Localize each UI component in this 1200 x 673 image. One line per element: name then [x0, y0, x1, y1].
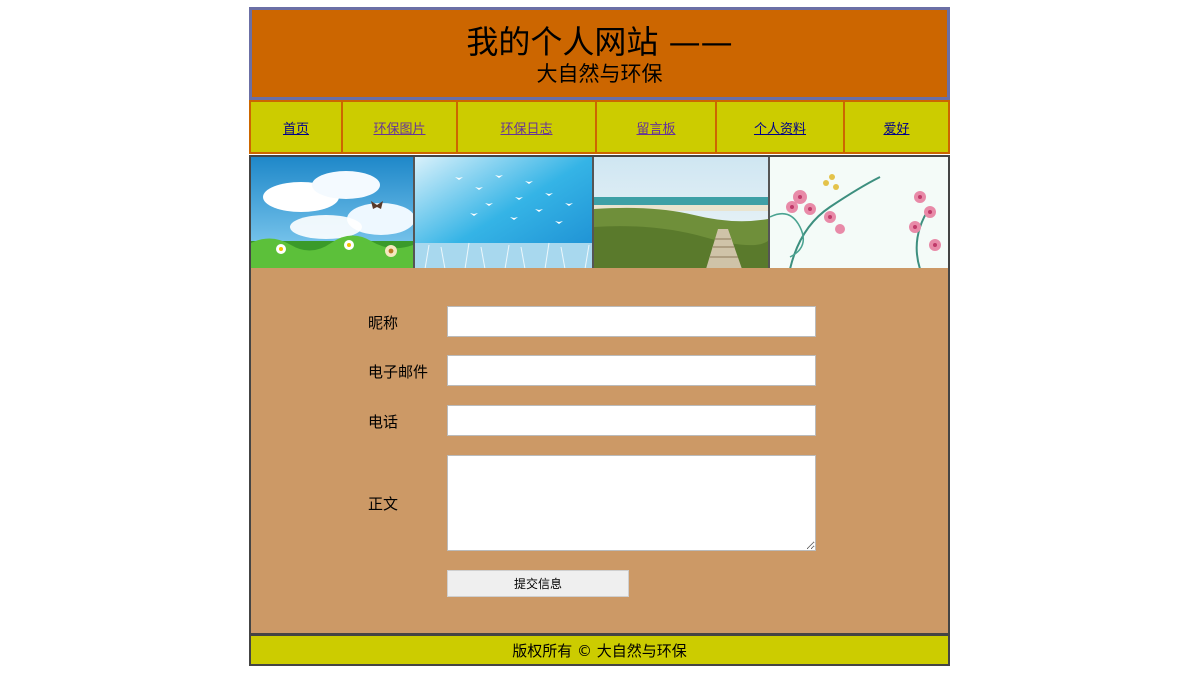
nav-link-eco-pictures[interactable]: 环保图片 — [343, 102, 458, 152]
birds-sky-picture — [415, 157, 592, 269]
site-subtitle: 大自然与环保 — [536, 62, 663, 86]
site-header: 我的个人网站 —— 大自然与环保 — [249, 7, 950, 100]
nav-link-home[interactable]: 首页 — [251, 102, 343, 152]
nav-link-hobbies[interactable]: 爱好 — [845, 102, 948, 152]
message-label: 正文 — [368, 495, 399, 513]
nav-link-eco-journal[interactable]: 环保日志 — [458, 102, 597, 152]
site-title: 我的个人网站 —— — [466, 23, 733, 61]
main-nav: 首页 环保图片 环保日志 留言板 个人资料 爱好 — [249, 100, 950, 154]
pink-flowers-picture — [770, 157, 948, 269]
nav-link-guestbook[interactable]: 留言板 — [597, 102, 717, 152]
nickname-label: 昵称 — [368, 314, 399, 332]
nickname-input[interactable] — [447, 306, 816, 337]
copyright-text: 版权所有 © 大自然与环保 — [512, 641, 687, 660]
message-textarea[interactable] — [447, 455, 816, 551]
banner-gallery — [249, 155, 950, 269]
phone-label: 电话 — [368, 413, 399, 431]
guestbook-form: 昵称 电子邮件 电话 正文 提交信息 — [249, 268, 950, 635]
phone-input[interactable] — [447, 405, 816, 436]
nav-link-profile[interactable]: 个人资料 — [717, 102, 845, 152]
submit-button[interactable]: 提交信息 — [447, 570, 629, 597]
butterfly-meadow-picture — [251, 157, 413, 269]
email-label: 电子邮件 — [368, 363, 429, 381]
email-input[interactable] — [447, 355, 816, 386]
site-footer: 版权所有 © 大自然与环保 — [249, 634, 950, 666]
coast-boardwalk-picture — [594, 157, 768, 269]
